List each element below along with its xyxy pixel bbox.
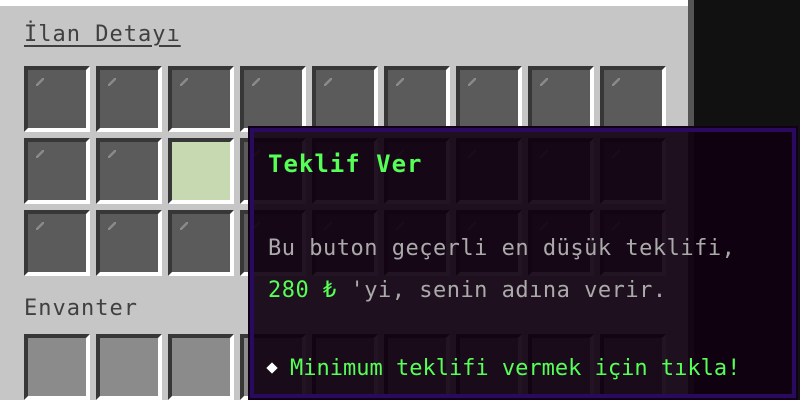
- glass-pane-icon: [468, 78, 476, 86]
- slot-0-0[interactable]: [24, 66, 90, 132]
- slot-2-1[interactable]: [96, 210, 162, 276]
- panel-title: İlan Detayı: [24, 22, 181, 47]
- glass-pane-icon: [252, 78, 260, 86]
- tooltip-description-line-2: 280 ₺ 'yi, senin adına verir.: [268, 278, 667, 303]
- slot-0-4[interactable]: [312, 66, 378, 132]
- glass-pane-icon: [108, 78, 116, 86]
- slot-1-2-hovered[interactable]: [168, 138, 234, 204]
- diamond-bullet-icon: [266, 362, 278, 374]
- tooltip-description-suffix: 'yi, senin adına verir.: [336, 278, 667, 303]
- tooltip-title: Teklif Ver: [268, 150, 423, 178]
- slot-0-5[interactable]: [384, 66, 450, 132]
- glass-pane-icon: [540, 78, 548, 86]
- slot-1-0[interactable]: [24, 138, 90, 204]
- slot-0-7[interactable]: [528, 66, 594, 132]
- inventory-label: Envanter: [24, 296, 138, 321]
- tooltip-action-hint: Minimum teklifi vermek için tıkla!: [266, 356, 741, 381]
- glass-pane-icon: [396, 78, 404, 86]
- glass-pane-icon: [180, 222, 188, 230]
- slot-0-2[interactable]: [168, 66, 234, 132]
- slot-0-1[interactable]: [96, 66, 162, 132]
- slot-1-1[interactable]: [96, 138, 162, 204]
- tooltip-description-line-1: Bu buton geçerli en düşük teklifi,: [268, 236, 736, 261]
- slot-0-3[interactable]: [240, 66, 306, 132]
- item-tooltip: Teklif Ver Bu buton geçerli en düşük tek…: [250, 128, 796, 398]
- inventory-slot[interactable]: [168, 334, 234, 400]
- glass-pane-icon: [180, 78, 188, 86]
- slot-0-6[interactable]: [456, 66, 522, 132]
- slot-2-0[interactable]: [24, 210, 90, 276]
- glass-pane-icon: [36, 150, 44, 158]
- inventory-slot[interactable]: [96, 334, 162, 400]
- inventory-slot[interactable]: [24, 334, 90, 400]
- glass-pane-icon: [612, 78, 620, 86]
- slot-0-8[interactable]: [600, 66, 666, 132]
- glass-pane-icon: [36, 222, 44, 230]
- tooltip-price: 280 ₺: [268, 278, 337, 303]
- glass-pane-icon: [108, 222, 116, 230]
- glass-pane-icon: [108, 150, 116, 158]
- slot-2-2[interactable]: [168, 210, 234, 276]
- glass-pane-icon: [36, 78, 44, 86]
- glass-pane-icon: [324, 78, 332, 86]
- tooltip-action-text: Minimum teklifi vermek için tıkla!: [290, 356, 741, 381]
